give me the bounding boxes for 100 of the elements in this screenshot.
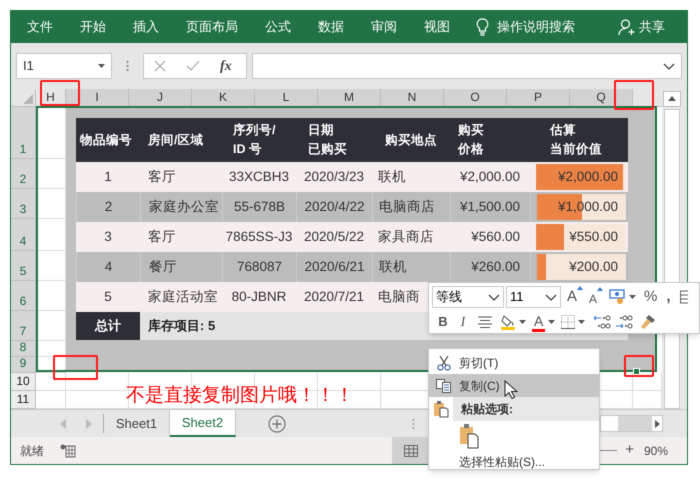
row-header[interactable]: 1 (11, 107, 36, 159)
paste-button[interactable] (459, 422, 479, 448)
clipboard-icon (433, 400, 449, 418)
zoom-level[interactable]: 90% (644, 442, 668, 460)
row-header[interactable]: 7 (11, 311, 36, 341)
row-header[interactable]: 10 (11, 373, 36, 391)
caret-icon (548, 320, 556, 324)
column-header[interactable]: L (255, 89, 318, 107)
column-heading: 序列号/ (233, 122, 276, 139)
ribbon-tab[interactable]: 审阅 (371, 17, 397, 37)
column-header[interactable]: M (318, 89, 381, 107)
table-cell-text: ¥2,000.00 (460, 168, 520, 186)
ribbon-tab[interactable]: 数据 (318, 17, 344, 37)
table-cell-text: 55-678B (234, 198, 286, 216)
zoom-in-button[interactable]: + (625, 439, 634, 462)
grid-cell[interactable] (36, 281, 66, 311)
number-format-button[interactable] (609, 289, 636, 305)
horizontal-scrollbar[interactable] (600, 415, 663, 432)
total-label: 总计 (76, 312, 140, 340)
grid-cell[interactable] (36, 189, 66, 219)
borders-button[interactable] (561, 315, 586, 329)
grid-cell[interactable] (36, 391, 66, 409)
name-box[interactable]: I1 (16, 53, 112, 79)
insert-function-button[interactable]: fx (220, 56, 232, 76)
column-header[interactable]: N (381, 89, 444, 107)
annotation-frame (40, 80, 80, 106)
column-header[interactable]: K (192, 89, 255, 107)
table-cell-text: ¥1,500.00 (460, 198, 520, 216)
sheet-tab[interactable]: Sheet2 (170, 410, 236, 437)
grid-cell[interactable] (36, 107, 66, 159)
table-cell-text: 电脑商 (378, 288, 420, 306)
ribbon-tab[interactable]: 页面布局 (186, 17, 238, 37)
column-header[interactable]: P (507, 89, 570, 107)
table-cell-text: 联机 (378, 168, 406, 186)
caret-icon (519, 320, 526, 324)
ribbon-tab[interactable]: 开始 (80, 17, 106, 37)
font-dropdown[interactable]: 等线 (432, 286, 504, 308)
font-size-dropdown[interactable]: 11 (506, 286, 561, 308)
comma-style-button[interactable]: , (666, 286, 671, 308)
ribbon-tab[interactable]: 公式 (265, 17, 291, 37)
grid-cell[interactable] (633, 391, 662, 409)
table-cell-text: ¥550.00 (569, 228, 618, 246)
grid-cell[interactable] (36, 159, 66, 189)
row-header[interactable]: 8 (11, 341, 36, 357)
annotation-frame (624, 355, 654, 377)
row-header[interactable]: 3 (11, 189, 36, 219)
chevron-icon (488, 294, 500, 300)
percent-style-button[interactable]: % (644, 286, 658, 308)
check-icon[interactable] (186, 60, 200, 72)
drag-handle-icon[interactable] (126, 60, 129, 72)
increase-decimal-icon[interactable] (593, 314, 612, 330)
border-icon (561, 315, 576, 329)
row-header[interactable]: 4 (11, 219, 36, 251)
share-button[interactable]: 共享 (618, 17, 665, 37)
ribbon-tab[interactable]: 文件 (27, 17, 53, 37)
grid-cell[interactable] (36, 219, 66, 251)
menu-item[interactable]: 剪切(T) (429, 351, 599, 374)
column-header[interactable]: J (129, 89, 192, 107)
person-icon (618, 18, 636, 36)
grid-cell[interactable] (36, 373, 66, 391)
ribbon-tab[interactable]: 视图 (424, 17, 450, 37)
grow-font-button[interactable]: A (567, 286, 584, 308)
menu-item[interactable]: 复制(C) (429, 374, 599, 397)
column-header[interactable]: O (444, 89, 507, 107)
font-color-button[interactable]: A (532, 312, 556, 332)
scroll-up-button[interactable] (663, 91, 681, 107)
column-header[interactable]: Q (570, 89, 633, 107)
tell-me-search[interactable]: 操作说明搜索 (497, 17, 575, 37)
grid-cell[interactable] (36, 311, 66, 341)
normal-view-button[interactable] (392, 437, 430, 464)
row-header[interactable]: 6 (11, 281, 36, 311)
add-sheet-button[interactable] (268, 414, 286, 432)
row-header[interactable]: 9 (11, 357, 36, 373)
lightbulb-icon[interactable] (476, 18, 489, 36)
macro-record-icon[interactable] (60, 444, 76, 458)
column-heading: 购买地点 (385, 132, 437, 148)
triangle-icon (23, 94, 33, 104)
paintbrush-icon[interactable] (639, 314, 658, 330)
center-align-icon[interactable] (477, 316, 493, 328)
cell-range[interactable]: 不是直接复制图片哦！！！ (66, 373, 381, 409)
row-header[interactable]: 5 (11, 251, 36, 281)
fill-color-button[interactable] (500, 314, 526, 330)
shrink-font-button[interactable]: A (589, 286, 604, 308)
money-icon (609, 289, 628, 305)
formula-input[interactable] (252, 53, 682, 79)
table-cell-text: ¥2,000.00 (558, 168, 618, 186)
table-cell-text: 2 (104, 198, 112, 216)
italic-button[interactable]: I (455, 312, 471, 332)
menu-item[interactable]: 选择性粘贴(S)... (429, 450, 599, 473)
table-cell-text: 2020/7/21 (304, 288, 364, 306)
bold-button[interactable]: B (435, 312, 451, 332)
fill-handle[interactable] (633, 368, 640, 375)
decrease-decimal-icon[interactable] (615, 314, 634, 330)
ribbon-tab[interactable]: 插入 (133, 17, 159, 37)
row-header[interactable]: 11 (11, 391, 36, 409)
table-cell-text: 7865SS-J3 (226, 228, 292, 246)
row-header[interactable]: 2 (11, 159, 36, 189)
chevron-icon[interactable] (663, 62, 675, 70)
annotation-text: 不是直接复制图片哦！！！ (126, 384, 354, 408)
grid-cell[interactable] (36, 251, 66, 281)
